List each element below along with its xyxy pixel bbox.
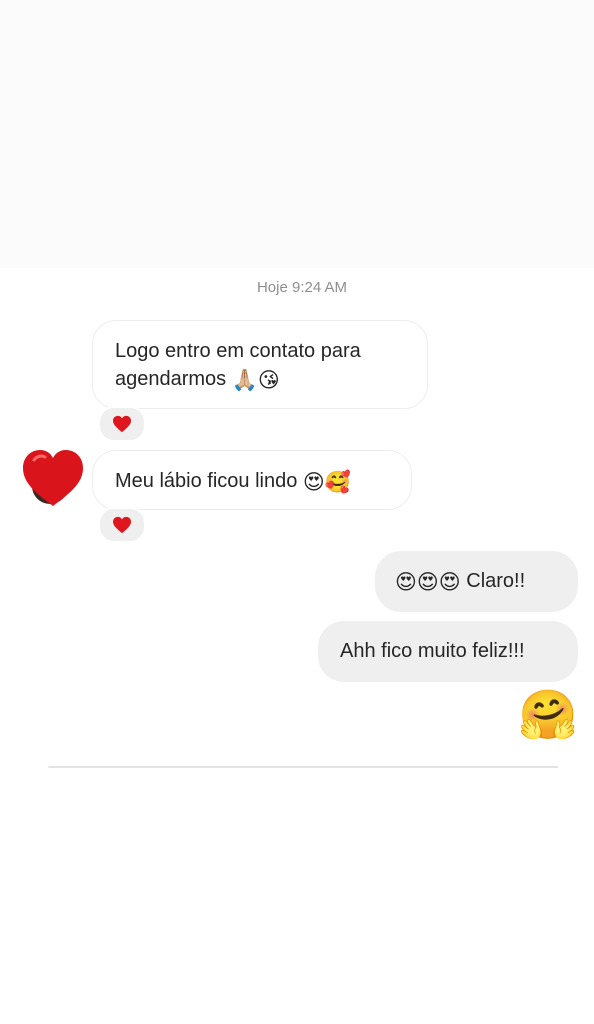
message-text: Claro!! xyxy=(466,570,526,592)
heart-eyes-smiling-hearts-emoji-icon: 😍🥰 xyxy=(302,471,351,494)
message-text: Ahh fico muito feliz!!! xyxy=(340,640,525,662)
hugging-face-emoji-icon[interactable]: 🤗 xyxy=(518,688,578,744)
sent-message-bubble[interactable]: Ahh fico muito feliz!!! xyxy=(318,621,578,682)
heart-icon xyxy=(113,516,131,534)
message-text: Meu lábio ficou lindo xyxy=(115,470,298,492)
message-timestamp: Hoje 9:24 AM xyxy=(256,279,348,296)
sent-message-bubble[interactable]: 😍😍😍 Claro!! xyxy=(375,551,578,612)
heart-icon xyxy=(113,415,131,433)
heart-reaction[interactable] xyxy=(98,507,146,543)
divider xyxy=(48,766,558,768)
pray-kiss-emoji-icon: 🙏🏼😘 xyxy=(231,369,280,392)
heart-eyes-emoji-icon: 😍😍😍 xyxy=(395,571,461,594)
heart-reaction[interactable] xyxy=(98,406,146,442)
received-message-bubble[interactable]: Logo entro em contato para agendarmos 🙏🏼… xyxy=(92,320,428,409)
sender-avatar-heart-icon[interactable] xyxy=(20,446,86,508)
received-message-bubble[interactable]: Meu lábio ficou lindo 😍🥰 xyxy=(92,450,412,510)
top-blank-area xyxy=(0,0,594,268)
